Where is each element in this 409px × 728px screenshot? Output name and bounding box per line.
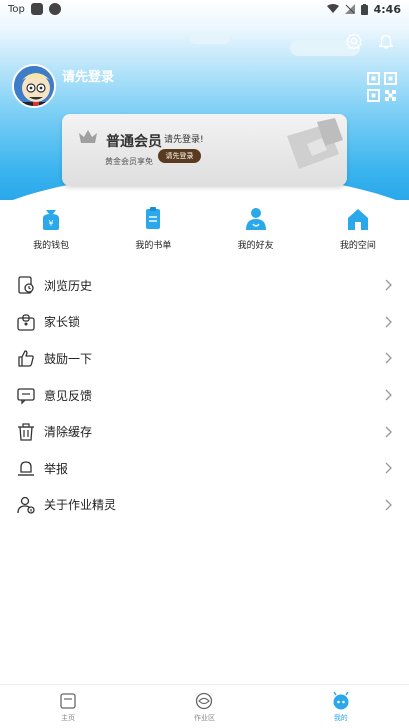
quick-action-label: 我的好友 xyxy=(237,241,274,251)
menu-item-encourage[interactable]: 鼓励一下 xyxy=(0,340,409,377)
menu-item-label: 举报 xyxy=(44,461,69,476)
login-prompt[interactable]: 请先登录 xyxy=(62,66,114,85)
history-icon xyxy=(18,276,34,294)
signal-icon xyxy=(344,4,355,14)
svg-text:¥: ¥ xyxy=(49,219,54,228)
avatar[interactable] xyxy=(12,64,56,108)
friends-icon xyxy=(245,208,266,230)
wifi-icon xyxy=(326,4,339,13)
trash-icon xyxy=(18,423,34,441)
homework-icon xyxy=(196,692,213,709)
menu-item-report[interactable]: 举报 xyxy=(0,450,409,487)
menu-item-clear-cache[interactable]: 清除缓存 xyxy=(0,413,409,450)
about-user-icon xyxy=(17,496,35,514)
status-bar: Top 4:46 xyxy=(0,0,409,18)
menu-item-feedback[interactable]: 意见反馈 xyxy=(0,377,409,414)
booklist-icon xyxy=(146,207,161,229)
notification-icon xyxy=(30,3,43,15)
menu-item-label: 关于作业精灵 xyxy=(44,498,117,513)
bell-icon[interactable] xyxy=(377,32,395,50)
nav-label: 我的 xyxy=(333,713,348,722)
vip-title: 普通会员 xyxy=(106,134,162,150)
menu-item-about[interactable]: 关于作业精灵 xyxy=(0,487,409,524)
quick-action-space[interactable]: 我的空间 xyxy=(307,206,409,256)
space-icon xyxy=(347,209,368,230)
vip-membership-card[interactable]: 普通会员 黄金会员享免 请先登录! 请先登录 xyxy=(62,114,347,186)
menu-item-history[interactable]: 浏览历史 xyxy=(0,267,409,304)
thumbs-up-icon xyxy=(18,350,34,368)
feedback-icon xyxy=(17,388,35,405)
status-time: 4:46 xyxy=(373,2,401,16)
report-bell-icon xyxy=(18,461,34,476)
bottom-navigation: 主页 作业区 我的 xyxy=(0,684,409,728)
quick-action-label: 我的书单 xyxy=(135,241,172,251)
chevron-right-icon xyxy=(385,426,392,438)
nav-label: 作业区 xyxy=(193,713,215,722)
menu-item-label: 浏览历史 xyxy=(44,278,93,293)
parental-lock-icon xyxy=(17,314,35,331)
wallet-icon: ¥ xyxy=(43,210,60,230)
home-book-icon xyxy=(60,692,76,709)
quick-action-friends[interactable]: 我的好友 xyxy=(205,206,307,256)
qr-code-icon[interactable] xyxy=(367,72,397,102)
vip-subtitle: 黄金会员享免 xyxy=(105,157,153,166)
quick-action-booklist[interactable]: 我的书单 xyxy=(102,206,204,256)
vip-decoration-icon xyxy=(287,118,343,169)
nav-tab-home[interactable]: 主页 xyxy=(0,685,136,728)
settings-gear-icon[interactable] xyxy=(345,32,363,50)
quick-action-wallet[interactable]: ¥ 我的钱包 xyxy=(0,206,102,256)
quick-actions: ¥ 我的钱包 我的书单 我的好友 我的空间 xyxy=(0,206,409,256)
status-app-label: Top xyxy=(8,3,25,15)
chevron-right-icon xyxy=(385,462,392,474)
crown-icon xyxy=(79,130,97,143)
menu-item-label: 清除缓存 xyxy=(44,425,93,440)
vip-login-button[interactable]: 请先登录 xyxy=(158,149,201,163)
battery-icon xyxy=(360,3,368,15)
menu-item-label: 鼓励一下 xyxy=(44,351,93,366)
quick-action-label: 我的空间 xyxy=(339,241,376,251)
chevron-right-icon xyxy=(385,353,392,364)
cloud-decoration xyxy=(190,32,230,44)
profile-sprite-icon xyxy=(333,691,349,709)
quick-action-label: 我的钱包 xyxy=(33,241,70,251)
nav-tab-profile[interactable]: 我的 xyxy=(273,685,409,728)
menu-item-label: 家长锁 xyxy=(44,315,81,330)
notification-icon xyxy=(48,3,61,15)
menu-item-parental-lock[interactable]: 家长锁 xyxy=(0,304,409,341)
vip-overlay-text: 请先登录! xyxy=(164,135,204,145)
settings-menu: 浏览历史 家长锁 鼓励一下 意见反馈 清除缓存 举报 关于作业精灵 xyxy=(0,267,409,523)
chevron-right-icon xyxy=(385,499,392,511)
chevron-right-icon xyxy=(385,316,392,328)
nav-tab-homework[interactable]: 作业区 xyxy=(136,685,272,728)
chevron-right-icon xyxy=(385,279,392,291)
chevron-right-icon xyxy=(385,389,392,401)
menu-item-label: 意见反馈 xyxy=(44,388,93,403)
nav-label: 主页 xyxy=(61,713,76,722)
